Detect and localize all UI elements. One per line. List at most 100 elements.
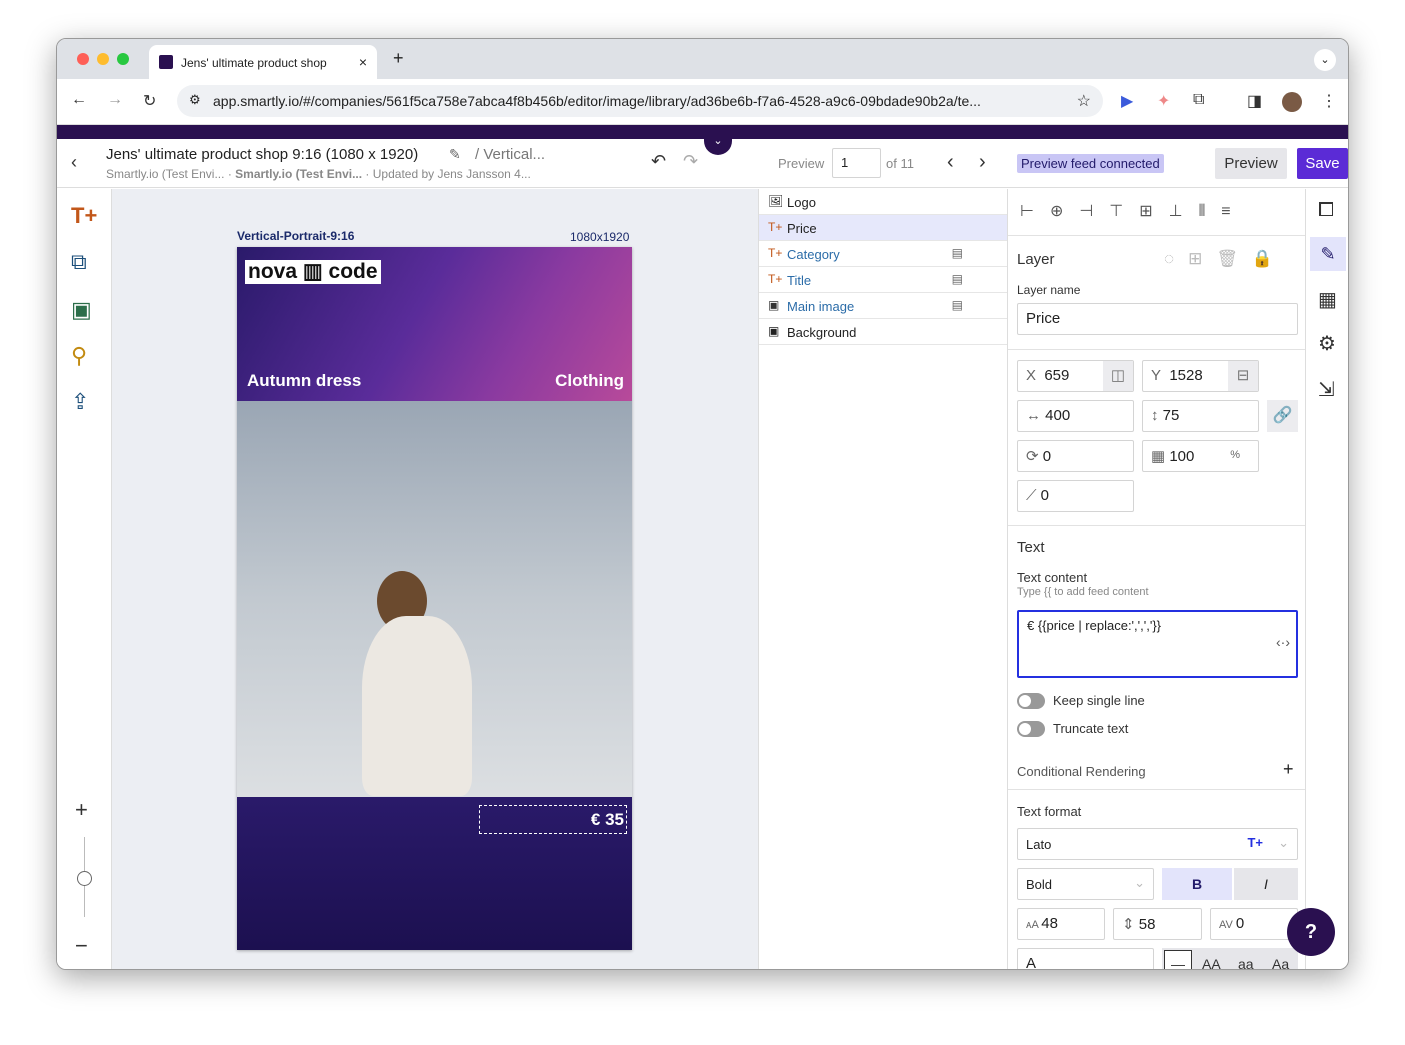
- side-panel-icon[interactable]: ◨: [1247, 91, 1262, 111]
- shapes-icon[interactable]: ⧉: [71, 249, 87, 275]
- width-input[interactable]: ↔ 400: [1017, 400, 1134, 432]
- layers-panel: 🖼 Logo T+ Price T+ Category ▤ T+ Title ▤ ▣ Main…: [758, 189, 1007, 969]
- title-layer[interactable]: Autumn dress: [247, 371, 361, 391]
- main-image[interactable]: [237, 401, 632, 797]
- updated-by: Updated by Jens Jansson 4...: [372, 167, 531, 181]
- page-title: Jens' ultimate product shop 9:16 (1080 x…: [106, 146, 419, 163]
- y-input[interactable]: Y 1528 ⊟: [1142, 360, 1259, 392]
- text-color-value: A: [1026, 955, 1037, 970]
- url-input[interactable]: ⚙ app.smartly.io/#/companies/561f5ca758e7…: [177, 85, 1103, 117]
- add-text-icon[interactable]: T+: [71, 203, 97, 229]
- truncate-text-toggle[interactable]: [1017, 721, 1045, 737]
- prev-preview-icon[interactable]: ‹: [947, 151, 954, 174]
- avatar[interactable]: [1282, 92, 1302, 112]
- site-settings-icon[interactable]: ⚙: [189, 92, 201, 108]
- price-layer[interactable]: € 35: [591, 810, 624, 830]
- help-chat-button[interactable]: ?: [1287, 908, 1335, 956]
- flip-vertical-icon[interactable]: ⊟: [1228, 361, 1258, 391]
- rotation-input[interactable]: ⟳ 0: [1017, 440, 1134, 472]
- link-dimensions-icon[interactable]: 🔗: [1267, 400, 1298, 432]
- height-input[interactable]: ↕ 75: [1142, 400, 1259, 432]
- next-preview-icon[interactable]: ›: [979, 151, 986, 174]
- new-tab-button[interactable]: +: [393, 48, 404, 69]
- preview-count: of 11: [886, 156, 914, 171]
- category-layer[interactable]: Clothing: [555, 371, 624, 391]
- font-weight-select[interactable]: Bold ⌄: [1017, 868, 1154, 900]
- text-color-input[interactable]: A: [1017, 948, 1154, 970]
- align-toolbar[interactable]: ⊢⊕⊣⊤⊞⊥⫴≡: [1020, 201, 1247, 221]
- code-icon[interactable]: ‹·›: [1276, 634, 1290, 650]
- layer-item-background[interactable]: ▣ Background: [759, 319, 1007, 345]
- browser-tab[interactable]: Jens' ultimate product shop ×: [149, 45, 377, 79]
- layer-actions[interactable]: ◌⊞🗑🔒: [1164, 249, 1287, 269]
- image-icon[interactable]: ▣: [71, 297, 92, 323]
- uppercase-button[interactable]: AA: [1202, 956, 1221, 969]
- letter-spacing-input[interactable]: AV 0: [1210, 908, 1298, 940]
- extension-icon[interactable]: ✦: [1157, 91, 1170, 111]
- lowercase-button[interactable]: aa: [1238, 956, 1254, 969]
- flip-horizontal-icon[interactable]: ◫: [1103, 361, 1133, 391]
- redo-icon[interactable]: ↷: [683, 151, 698, 172]
- edit-pencil-icon[interactable]: ✎: [449, 146, 461, 163]
- preview-index-input[interactable]: 1: [832, 148, 881, 178]
- zoom-slider-handle[interactable]: [77, 871, 92, 886]
- maximize-window-button[interactable]: [117, 53, 129, 65]
- breadcrumb[interactable]: / Vertical...: [475, 146, 545, 163]
- layer-item-title[interactable]: T+ Title ▤: [759, 267, 1007, 293]
- settings-gear-icon[interactable]: ⚙: [1318, 331, 1336, 356]
- artboard-name: Vertical-Portrait-9:16: [237, 229, 355, 243]
- extensions-puzzle-icon[interactable]: ⧉: [1193, 91, 1204, 109]
- table-icon[interactable]: ▦: [1318, 287, 1337, 312]
- keep-single-line-toggle[interactable]: [1017, 693, 1045, 709]
- text-content-input[interactable]: € {{price | replace:',',','}} ‹·›: [1017, 610, 1298, 678]
- opacity-unit: %: [1230, 449, 1240, 461]
- search-icon[interactable]: ⚲: [71, 343, 87, 369]
- upload-icon[interactable]: ⇪: [71, 389, 89, 415]
- layer-item-main-image[interactable]: ▣ Main image ▤: [759, 293, 1007, 319]
- layer-item-price[interactable]: T+ Price: [759, 215, 1007, 241]
- font-select[interactable]: Lato T+ ⌄: [1017, 828, 1298, 860]
- tab-title: Jens' ultimate product shop: [181, 56, 327, 70]
- titlecase-button[interactable]: Aa: [1272, 956, 1289, 969]
- zoom-out-icon[interactable]: −: [75, 933, 88, 959]
- preview-button[interactable]: Preview: [1215, 148, 1287, 179]
- skew-input[interactable]: ⟋ 0: [1017, 480, 1134, 512]
- case-none-button[interactable]: —: [1164, 950, 1192, 969]
- layer-name-input[interactable]: Price: [1017, 303, 1298, 335]
- back-icon[interactable]: ←: [71, 91, 87, 109]
- font-size-input[interactable]: ᴀA 48: [1017, 908, 1105, 940]
- zoom-in-icon[interactable]: +: [75, 797, 88, 823]
- truncate-text-label: Truncate text: [1053, 721, 1129, 736]
- opacity-input[interactable]: ▦ 100%: [1142, 440, 1259, 472]
- back-chevron-icon[interactable]: ‹: [71, 152, 77, 173]
- reload-icon[interactable]: ↻: [143, 91, 156, 111]
- minimize-window-button[interactable]: [97, 53, 109, 65]
- close-tab-icon[interactable]: ×: [359, 54, 367, 70]
- export-folder-icon[interactable]: ⇲: [1318, 377, 1335, 402]
- layer-label: Title: [787, 273, 812, 288]
- layer-item-category[interactable]: T+ Category ▤: [759, 241, 1007, 267]
- line-height-input[interactable]: ⇕ 58: [1113, 908, 1202, 940]
- add-font-icon[interactable]: T+: [1247, 835, 1263, 850]
- save-button[interactable]: Save: [1297, 148, 1348, 179]
- layer-item-logo[interactable]: 🖼 Logo: [759, 189, 1007, 215]
- x-input[interactable]: X 659 ◫: [1017, 360, 1134, 392]
- bold-button[interactable]: B: [1162, 868, 1232, 900]
- artboard[interactable]: nova ▥ code Autumn dress Clothing € 35: [237, 247, 632, 950]
- forward-icon[interactable]: →: [107, 91, 123, 109]
- image-icon: ▣: [768, 298, 780, 312]
- italic-button[interactable]: I: [1234, 868, 1298, 900]
- font-value: Lato: [1026, 837, 1052, 852]
- undo-icon[interactable]: ↶: [651, 151, 666, 172]
- skew-value: 0: [1040, 487, 1050, 504]
- browser-window: Jens' ultimate product shop × + ⌄ ← → ↻ …: [56, 38, 1349, 970]
- close-window-button[interactable]: [77, 53, 89, 65]
- tab-search-button[interactable]: ⌄: [1314, 49, 1336, 71]
- browser-menu-icon[interactable]: ⋮: [1321, 91, 1337, 111]
- bookmark-star-icon[interactable]: ☆: [1077, 91, 1091, 111]
- design-brush-icon[interactable]: ✎: [1310, 237, 1346, 271]
- new-artboard-icon[interactable]: ⧠: [1318, 199, 1334, 222]
- add-condition-icon[interactable]: +: [1283, 759, 1294, 780]
- extension-icon[interactable]: ▶: [1121, 91, 1133, 111]
- logo[interactable]: nova ▥ code: [245, 260, 381, 284]
